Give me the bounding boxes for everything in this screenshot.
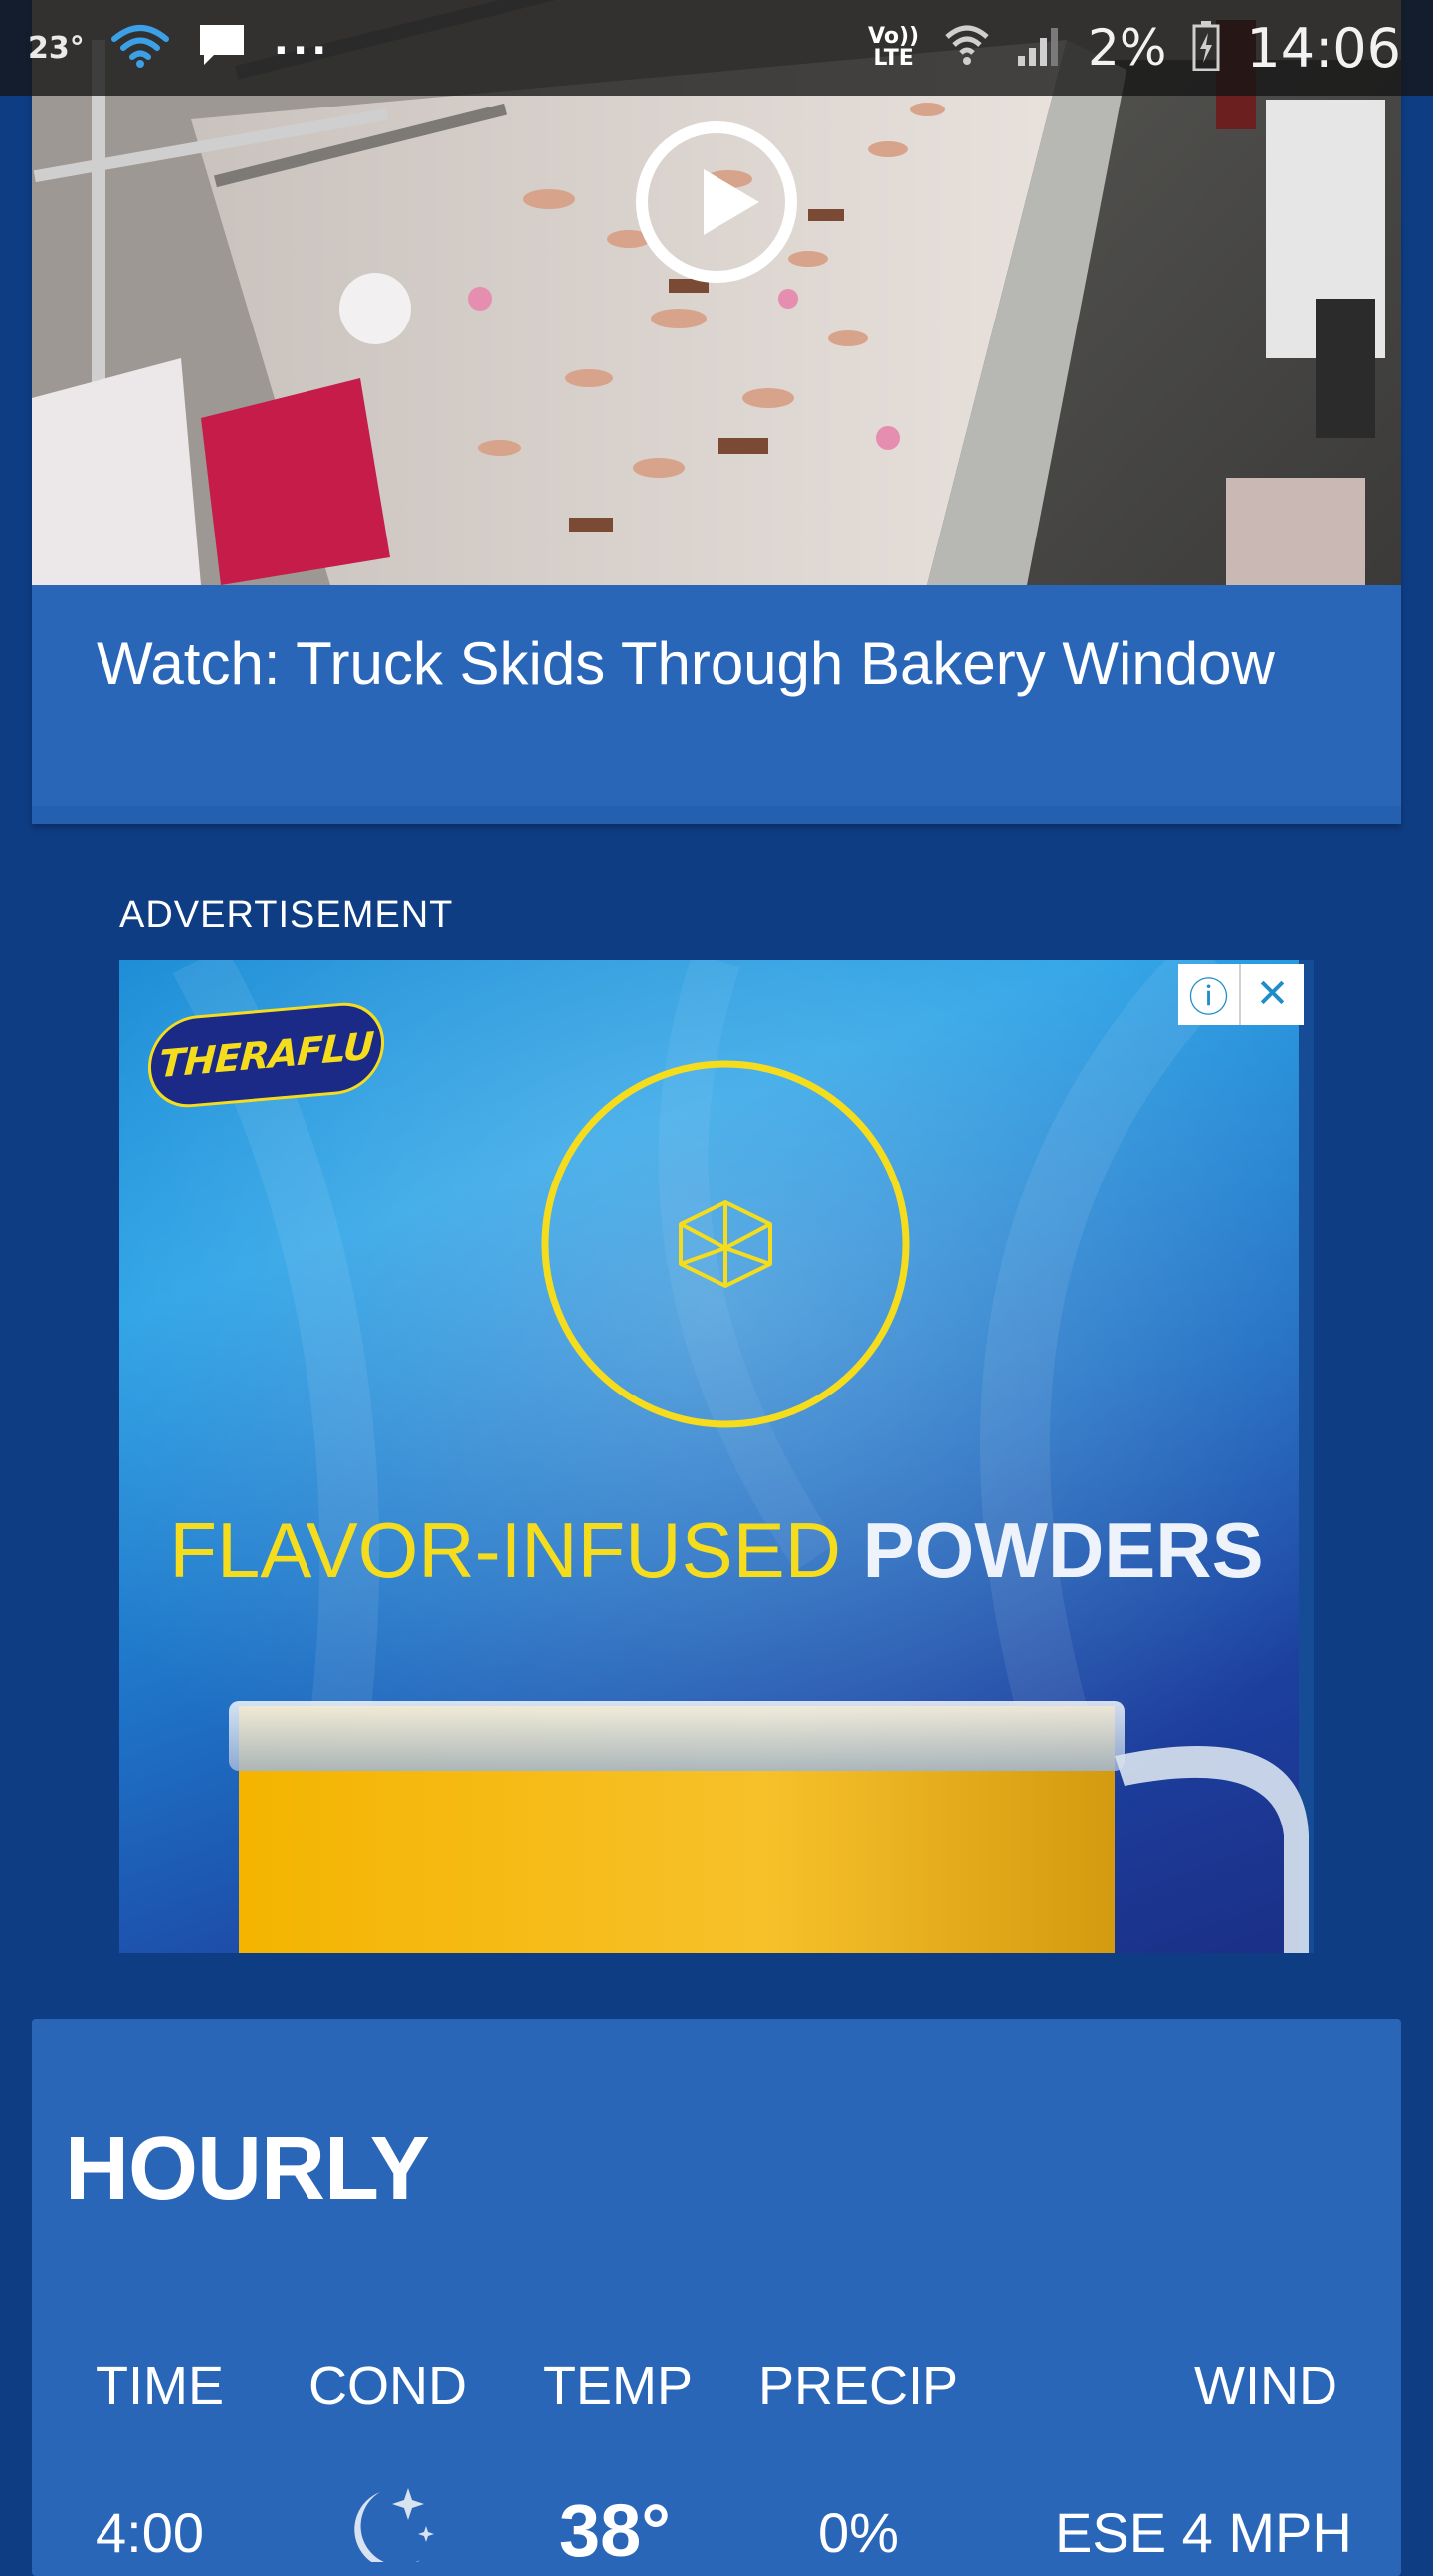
ad-headline: FLAVOR-INFUSED POWDERS xyxy=(169,1506,1264,1594)
battery-charging-icon xyxy=(1192,21,1220,75)
more-notifications: ... xyxy=(273,18,331,64)
card-divider xyxy=(32,806,1401,824)
theraflu-ad-artwork xyxy=(119,960,1314,1953)
clock: 14:06 xyxy=(1246,16,1401,80)
video-title[interactable]: Watch: Truck Skids Through Bakery Window xyxy=(97,627,1291,701)
column-header-time: TIME xyxy=(96,2356,224,2416)
status-temperature: 23° xyxy=(28,30,85,66)
column-header-temp: TEMP xyxy=(543,2356,694,2416)
message-icon xyxy=(196,21,248,75)
hour-precip: 0% xyxy=(818,2501,899,2564)
column-header-wind: WIND xyxy=(1194,2356,1337,2416)
ad-info-icon[interactable]: ⓘ xyxy=(1178,964,1241,1025)
wifi-signal-icon xyxy=(944,23,990,73)
hourly-title: HOURLY xyxy=(65,2119,430,2219)
cell-signal-icon xyxy=(1016,24,1062,72)
video-card[interactable]: Watch: Truck Skids Through Bakery Window xyxy=(32,0,1401,824)
advertisement-label: ADVERTISEMENT xyxy=(119,894,454,936)
ad-controls: ⓘ ✕ xyxy=(1178,964,1304,1025)
battery-percent: 2% xyxy=(1088,19,1167,77)
hour-time: 4:00 xyxy=(96,2501,204,2564)
ad-close-icon[interactable]: ✕ xyxy=(1241,964,1304,1025)
wifi-icon xyxy=(110,23,170,73)
play-button[interactable] xyxy=(636,121,797,283)
hourly-forecast-card xyxy=(32,2019,1401,2576)
moon-stars-icon xyxy=(328,2482,438,2570)
column-header-cond: COND xyxy=(308,2356,467,2416)
advertisement-banner[interactable]: THERAFLU ⓘ ✕ xyxy=(119,960,1314,1953)
hour-wind: ESE 4 MPH xyxy=(1055,2501,1352,2564)
volte-indicator: Vo)) LTE xyxy=(868,24,920,71)
hour-temp: 38° xyxy=(559,2489,671,2572)
status-bar: 23° ... Vo)) LTE 2% 14:06 xyxy=(0,0,1433,96)
column-header-precip: PRECIP xyxy=(758,2356,959,2416)
